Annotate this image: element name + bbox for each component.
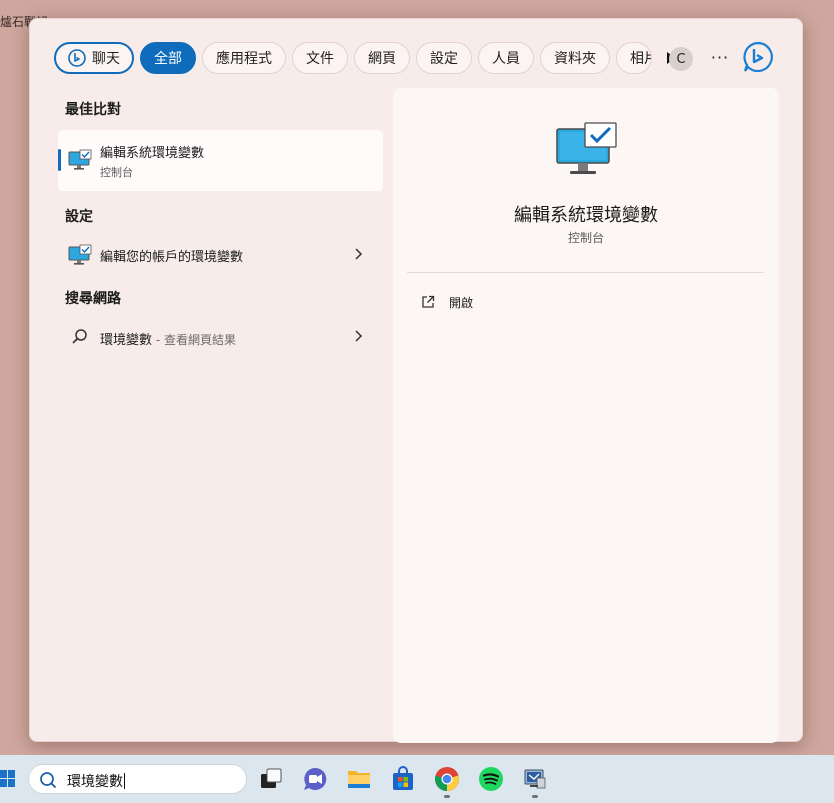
preview-divider bbox=[407, 272, 764, 273]
photos-filter-button[interactable]: 相片 bbox=[616, 42, 652, 74]
search-icon bbox=[72, 329, 87, 344]
documents-filter-button[interactable]: 文件 bbox=[292, 42, 348, 74]
filter-bar: 聊天 全部 應用程式 文件 網頁 設定 人員 資料夾 相片 bbox=[54, 42, 678, 74]
text-caret bbox=[124, 773, 125, 789]
best-match-title: 編輯系統環境變數 bbox=[100, 146, 205, 161]
chevron-right-icon bbox=[355, 248, 363, 260]
chevron-right-icon bbox=[355, 330, 363, 342]
file-explorer-icon[interactable] bbox=[346, 766, 372, 792]
system-monitor-large-icon bbox=[556, 122, 617, 174]
system-properties-app-icon[interactable] bbox=[522, 766, 548, 792]
chat-filter-button[interactable]: 聊天 bbox=[54, 42, 134, 74]
microsoft-store-icon[interactable] bbox=[390, 766, 416, 792]
taskbar: 環境變數 bbox=[0, 755, 834, 803]
apps-filter-button[interactable]: 應用程式 bbox=[202, 42, 286, 74]
bing-button[interactable] bbox=[742, 41, 774, 73]
settings-result-title: 編輯您的帳戶的環境變數 bbox=[100, 250, 244, 265]
preview-subtitle: 控制台 bbox=[567, 231, 604, 245]
web-search-result[interactable]: 環境變數 - 查看網頁結果 bbox=[58, 319, 383, 355]
chrome-running-indicator bbox=[444, 795, 450, 798]
more-options-button[interactable]: ··· bbox=[708, 45, 732, 69]
web-search-heading: 搜尋網路 bbox=[65, 291, 121, 307]
preview-pane: 編輯系統環境變數 控制台 開啟 bbox=[393, 88, 779, 743]
system-properties-running-indicator bbox=[532, 795, 538, 798]
all-filter-button[interactable]: 全部 bbox=[140, 42, 196, 74]
system-monitor-icon bbox=[68, 244, 92, 265]
best-match-result[interactable]: 編輯系統環境變數 控制台 bbox=[58, 130, 383, 191]
search-panel: 聊天 全部 應用程式 文件 網頁 設定 人員 資料夾 相片 C ··· 最佳比對… bbox=[29, 18, 803, 743]
taskbar-search-value: 環境變數 bbox=[67, 771, 125, 791]
chat-filter-label: 聊天 bbox=[92, 51, 120, 67]
open-label: 開啟 bbox=[449, 295, 474, 310]
account-avatar[interactable]: C bbox=[669, 47, 693, 71]
windows-start-icon[interactable] bbox=[0, 769, 16, 789]
people-filter-button[interactable]: 人員 bbox=[478, 42, 534, 74]
search-icon bbox=[40, 772, 57, 789]
task-view-icon[interactable] bbox=[258, 766, 284, 792]
selection-indicator bbox=[58, 149, 61, 171]
open-external-icon bbox=[422, 295, 435, 308]
preview-title: 編輯系統環境變數 bbox=[514, 205, 658, 226]
spotify-icon[interactable] bbox=[478, 766, 504, 792]
bing-logo-icon bbox=[743, 41, 773, 73]
settings-result[interactable]: 編輯您的帳戶的環境變數 bbox=[58, 237, 383, 273]
chrome-icon[interactable] bbox=[434, 766, 460, 792]
web-filter-button[interactable]: 網頁 bbox=[354, 42, 410, 74]
taskbar-search-input[interactable]: 環境變數 bbox=[28, 764, 247, 794]
open-button[interactable]: 開啟 bbox=[421, 291, 473, 313]
folders-filter-button[interactable]: 資料夾 bbox=[540, 42, 610, 74]
web-search-query: 環境變數 bbox=[100, 333, 153, 348]
taskbar-search-text: 環境變數 bbox=[67, 774, 123, 790]
settings-heading: 設定 bbox=[65, 209, 93, 225]
best-match-heading: 最佳比對 bbox=[65, 102, 121, 118]
settings-filter-button[interactable]: 設定 bbox=[416, 42, 472, 74]
web-search-text: 環境變數 - 查看網頁結果 bbox=[100, 329, 236, 348]
teams-chat-icon[interactable] bbox=[302, 766, 328, 792]
best-match-subtitle: 控制台 bbox=[100, 166, 133, 179]
bing-chat-icon bbox=[68, 49, 86, 67]
web-search-hint: - 查看網頁結果 bbox=[152, 333, 236, 347]
system-monitor-icon bbox=[68, 149, 92, 170]
